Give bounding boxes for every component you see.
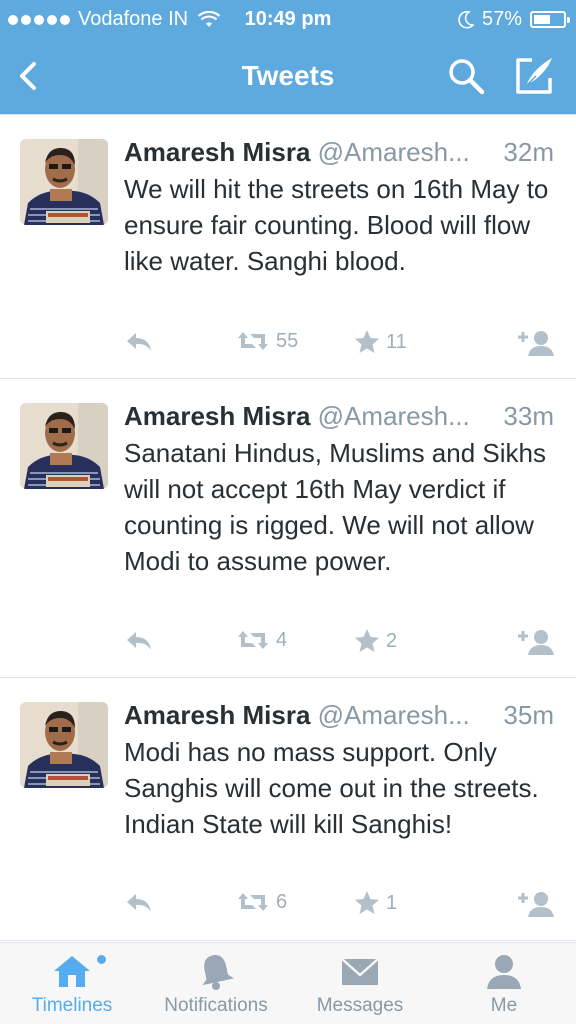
retweet-count: 6 — [276, 890, 288, 913]
page-title: Tweets — [241, 60, 335, 91]
favorite-button[interactable]: 1 — [354, 890, 397, 916]
tab-label: Timelines — [31, 995, 113, 1016]
tab-me[interactable]: Me — [432, 943, 576, 1024]
tweet-text: Sanatani Hindus, Muslims and Sikhs will … — [124, 438, 546, 576]
author-handle[interactable]: @Amaresh... — [318, 137, 470, 167]
reply-button[interactable] — [124, 329, 154, 355]
tweet-header: Amaresh Misra @Amaresh... 33m — [124, 401, 554, 432]
battery-percent: 57% — [481, 8, 522, 30]
retweet-button[interactable]: 55 — [236, 329, 298, 353]
follow-user-icon — [518, 630, 554, 655]
unread-indicator — [97, 955, 106, 964]
reply-button[interactable] — [124, 628, 154, 654]
tweet-header: Amaresh Misra @Amaresh... 35m — [124, 700, 554, 731]
search-button[interactable] — [446, 56, 486, 96]
tab-label: Notifications — [164, 995, 268, 1016]
reply-icon — [127, 632, 151, 650]
avatar[interactable] — [20, 139, 108, 225]
avatar[interactable] — [20, 702, 108, 788]
author-handle[interactable]: @Amaresh... — [318, 700, 470, 730]
tab-timelines[interactable]: Timelines — [0, 943, 144, 1024]
home-icon — [54, 956, 90, 987]
follow-button[interactable] — [516, 890, 556, 918]
star-icon — [355, 330, 379, 353]
avatar[interactable] — [20, 403, 108, 489]
author-name[interactable]: Amaresh Misra — [124, 137, 310, 167]
author-handle[interactable]: @Amaresh... — [318, 401, 470, 431]
person-icon — [487, 955, 521, 989]
tweet-timestamp: 35m — [503, 700, 554, 730]
star-icon — [355, 629, 379, 652]
moon-icon — [458, 10, 474, 29]
compose-icon — [516, 58, 552, 94]
retweet-count: 55 — [276, 329, 299, 352]
star-icon — [355, 891, 379, 914]
follow-button[interactable] — [516, 628, 556, 656]
bell-icon — [202, 955, 234, 990]
reply-icon — [127, 894, 151, 912]
tweet-actions: 4 2 — [124, 628, 564, 658]
reply-icon — [127, 333, 151, 351]
nav-bar: Tweets — [0, 40, 576, 114]
retweet-icon — [238, 631, 268, 649]
tweet-header: Amaresh Misra @Amaresh... 32m — [124, 137, 554, 168]
reply-button[interactable] — [124, 890, 154, 916]
favorite-button[interactable]: 11 — [354, 329, 407, 355]
tweet-actions: 6 1 — [124, 890, 564, 920]
retweet-button[interactable]: 6 — [236, 890, 287, 914]
app-header: Vodafone IN 10:49 pm 57% Tweets — [0, 0, 576, 114]
status-bar: Vodafone IN 10:49 pm 57% — [0, 0, 576, 40]
retweet-button[interactable]: 4 — [236, 628, 287, 652]
tweet-item[interactable]: Amaresh Misra @Amaresh... 33m Sanatani H… — [0, 378, 576, 677]
retweet-icon — [238, 893, 268, 911]
tweet-item[interactable]: Amaresh Misra @Amaresh... 35m Modi has n… — [0, 677, 576, 941]
follow-button[interactable] — [516, 329, 556, 357]
follow-user-icon — [518, 892, 554, 917]
tweet-timestamp: 32m — [503, 137, 554, 167]
favorite-count: 11 — [386, 330, 407, 353]
retweet-count: 4 — [276, 628, 288, 651]
tweet-text: Modi has no mass support. Only Sanghis w… — [124, 737, 539, 839]
favorite-count: 2 — [386, 629, 398, 652]
author-name[interactable]: Amaresh Misra — [124, 401, 310, 431]
tweet-item[interactable]: Amaresh Misra @Amaresh... 32m We will hi… — [0, 114, 576, 378]
tweet-timestamp: 33m — [503, 401, 554, 431]
favorite-button[interactable]: 2 — [354, 628, 397, 654]
follow-user-icon — [518, 331, 554, 356]
status-right-group: 57% — [458, 8, 570, 31]
compose-button[interactable] — [512, 54, 556, 98]
tab-bar: Timelines Notifications Messages Me — [0, 942, 576, 1024]
tweet-list: Amaresh Misra @Amaresh... 32m We will hi… — [0, 114, 576, 941]
tab-label: Messages — [316, 995, 404, 1016]
envelope-icon — [341, 958, 379, 985]
retweet-icon — [238, 332, 268, 350]
tab-label: Me — [490, 995, 518, 1016]
battery-icon — [530, 11, 570, 28]
tab-messages[interactable]: Messages — [288, 943, 432, 1024]
author-name[interactable]: Amaresh Misra — [124, 700, 310, 730]
favorite-count: 1 — [386, 891, 398, 914]
tweet-text: We will hit the streets on 16th May to e… — [124, 174, 549, 276]
tweet-actions: 55 11 — [124, 329, 564, 359]
tab-notifications[interactable]: Notifications — [144, 943, 288, 1024]
search-icon — [449, 59, 485, 95]
